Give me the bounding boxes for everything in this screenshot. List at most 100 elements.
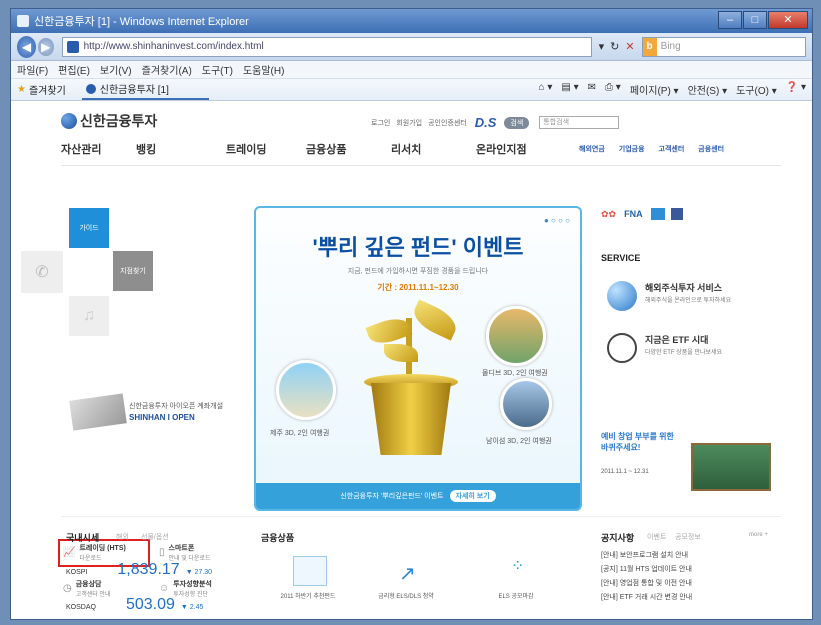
- global-nav: 자산관리 뱅킹 트레이딩 금융상품 리서치 온라인지점: [61, 141, 527, 157]
- home-icon[interactable]: ⌂ ▾: [539, 82, 553, 97]
- maximize-button[interactable]: □: [743, 11, 767, 29]
- tab-active[interactable]: 신한금융투자 [1]: [81, 80, 209, 100]
- tile-branch[interactable]: 지점찾기: [113, 251, 153, 291]
- market-row[interactable]: KOSPI 1,839.17 ▼ 27.30: [66, 561, 212, 579]
- browser-window: 신한금융투자 [1] - Windows Internet Explorer –…: [10, 8, 813, 620]
- clock-icon: ◷: [63, 583, 72, 594]
- product-fund[interactable]: 2011 하반기 추천펀드: [263, 591, 353, 600]
- page-menu[interactable]: 페이지(P) ▾: [630, 82, 679, 97]
- favorites-button[interactable]: 즐겨찾기: [29, 82, 66, 97]
- search-input[interactable]: b Bing: [641, 36, 807, 57]
- join-link[interactable]: 회원가입: [396, 118, 422, 128]
- carousel-dots[interactable]: ● ○ ○ ○: [544, 216, 570, 225]
- tools-menu[interactable]: 도구(O) ▾: [736, 82, 777, 97]
- fna-link[interactable]: FNA: [624, 209, 643, 219]
- nav-research[interactable]: 리서치: [391, 141, 476, 157]
- feeds-icon[interactable]: ▤ ▾: [561, 82, 578, 97]
- nav-online[interactable]: 온라인지점: [476, 141, 527, 157]
- twitter-icon[interactable]: [650, 208, 665, 220]
- gold-pot: [371, 383, 451, 455]
- help-menu[interactable]: ❓ ▾: [786, 82, 806, 97]
- market-tab-overseas[interactable]: 해외: [116, 532, 129, 542]
- svc-etf-sub: 다양한 ETF 상품을 만나보세요: [645, 350, 723, 356]
- banner-more-button[interactable]: 자세히 보기: [449, 490, 496, 502]
- subnav-pension[interactable]: 해외연금: [579, 144, 605, 154]
- menu-file[interactable]: 파일(F): [17, 62, 48, 77]
- safety-menu[interactable]: 안전(S) ▾: [688, 82, 728, 97]
- list-item[interactable]: [공지] 11월 HTS 업데이트 안내: [601, 563, 781, 577]
- list-item[interactable]: [안내] ETF 거래 시간 변경 안내: [601, 591, 781, 605]
- forward-button[interactable]: ▶: [38, 37, 54, 56]
- svc-overseas-sub: 해외주식을 온라인으로 투자하세요: [645, 298, 732, 304]
- nav-products[interactable]: 금융상품: [306, 141, 391, 157]
- svc-overseas[interactable]: 해외주식투자 서비스: [645, 281, 722, 294]
- chart-icon: 📈: [63, 547, 76, 558]
- tile-guide[interactable]: 가이드: [69, 208, 109, 248]
- market-title: 국내시세: [66, 533, 100, 543]
- ds-logo[interactable]: D.S: [475, 115, 497, 130]
- banner-bottom-bar: 신한금융투자 '뿌리깊은펀드' 이벤트 자세히 보기: [256, 483, 580, 509]
- menu-help[interactable]: 도움말(H): [243, 62, 284, 77]
- print-icon[interactable]: ⎙ ▾: [605, 82, 621, 97]
- quick-smartphone[interactable]: ▯ 스마트폰 안내 및 다운로드: [159, 543, 211, 562]
- site-logo[interactable]: 신한금융투자: [61, 111, 157, 131]
- market-row[interactable]: KOSDAQ 503.09 ▼ 2.45: [66, 596, 203, 614]
- notice-tab-ipo[interactable]: 공모정보: [675, 532, 701, 542]
- nav-asset[interactable]: 자산관리: [61, 141, 136, 157]
- phone-icon[interactable]: ✆: [21, 251, 63, 293]
- menu-favorites[interactable]: 즐겨찾기(A): [142, 62, 192, 77]
- back-button[interactable]: ◀: [17, 35, 37, 58]
- nav-banking[interactable]: 뱅킹: [136, 141, 226, 157]
- subnav-corp[interactable]: 기업금융: [619, 144, 645, 154]
- section-divider: [61, 516, 781, 517]
- list-item[interactable]: [안내] 영업점 통합 및 이전 안내: [601, 577, 781, 591]
- close-button[interactable]: ✕: [768, 11, 808, 29]
- list-item[interactable]: [안내] 보안프로그램 설치 안내: [601, 549, 781, 563]
- site-favicon: [66, 40, 79, 53]
- open-card-image: [69, 393, 127, 431]
- notice-more-link[interactable]: more +: [749, 532, 768, 538]
- cert-link[interactable]: 공인인증센터: [428, 118, 467, 128]
- dropdown-icon[interactable]: ▾: [599, 40, 605, 53]
- product-els-close[interactable]: ELS 공모마감: [471, 591, 561, 600]
- site-search-input[interactable]: 통합검색: [539, 116, 620, 129]
- mail-icon[interactable]: ✉: [588, 82, 596, 97]
- menu-edit[interactable]: 편집(E): [58, 62, 90, 77]
- search-pill[interactable]: 검색: [504, 116, 530, 129]
- promo-desc: 신한금융투자 아이오픈 계좌개설: [129, 403, 224, 410]
- svc-etf[interactable]: 지금은 ETF 시대: [645, 333, 708, 346]
- promo2-title[interactable]: 예비 창업 부부를 위한 바퀴주세요!: [601, 431, 681, 453]
- market-value: 503.09: [125, 596, 175, 613]
- product-els[interactable]: 금리형 ELS/DLS 청약: [361, 591, 451, 600]
- title-bar: 신한금융투자 [1] - Windows Internet Explorer –…: [11, 9, 812, 33]
- tab-favicon: [85, 83, 96, 94]
- nav-trading[interactable]: 트레이딩: [226, 141, 306, 157]
- market-tab-futures[interactable]: 선물/옵션: [141, 532, 169, 542]
- banner-subtitle: 지금, 펀드에 가입하시면 푸짐한 경품을 드립니다: [347, 268, 489, 275]
- quick-smartphone-label: 스마트폰: [168, 545, 195, 552]
- refresh-icon[interactable]: ↻: [610, 40, 619, 53]
- bing-icon: b: [642, 37, 657, 56]
- fund-event-banner[interactable]: ● ○ ○ ○ '뿌리 깊은 펀드' 이벤트 지금, 펀드에 가입하시면 푸짐한…: [254, 206, 582, 511]
- menu-tools[interactable]: 도구(T): [202, 62, 233, 77]
- login-link[interactable]: 로그인: [371, 118, 390, 128]
- music-icon[interactable]: ♫: [69, 296, 109, 336]
- globe-icon: [607, 281, 637, 311]
- facebook-icon[interactable]: [670, 208, 683, 220]
- address-bar: ◀ ▶ http://www.shinhaninvest.com/index.h…: [11, 33, 812, 61]
- caption-nami: 남이섬 3D, 2인 여행권: [486, 438, 552, 445]
- stop-icon[interactable]: ✕: [625, 40, 634, 53]
- subnav-center[interactable]: 금융센터: [698, 144, 724, 154]
- web-page: 신한금융투자 로그인 회원가입 공인인증센터 D.S 검색 통합검색 자산관리 …: [11, 101, 812, 619]
- subnav-cs[interactable]: 고객센터: [659, 144, 685, 154]
- brand-logo-icon[interactable]: ✿✿: [601, 209, 616, 220]
- dots-icon: ⁘: [511, 558, 525, 575]
- menu-view[interactable]: 보기(V): [100, 62, 132, 77]
- url-field[interactable]: http://www.shinhaninvest.com/index.html: [61, 36, 592, 57]
- promo2-date: 2011.11.1 ~ 12.31: [601, 469, 649, 475]
- fund-icon: [293, 556, 327, 586]
- promo-brand[interactable]: SHINHAN I OPEN: [129, 413, 195, 422]
- minimize-button[interactable]: –: [718, 11, 742, 29]
- notice-tab-event[interactable]: 이벤트: [647, 532, 666, 542]
- quick-hts[interactable]: 📈 트레이딩 (HTS) 다운로드: [63, 543, 126, 562]
